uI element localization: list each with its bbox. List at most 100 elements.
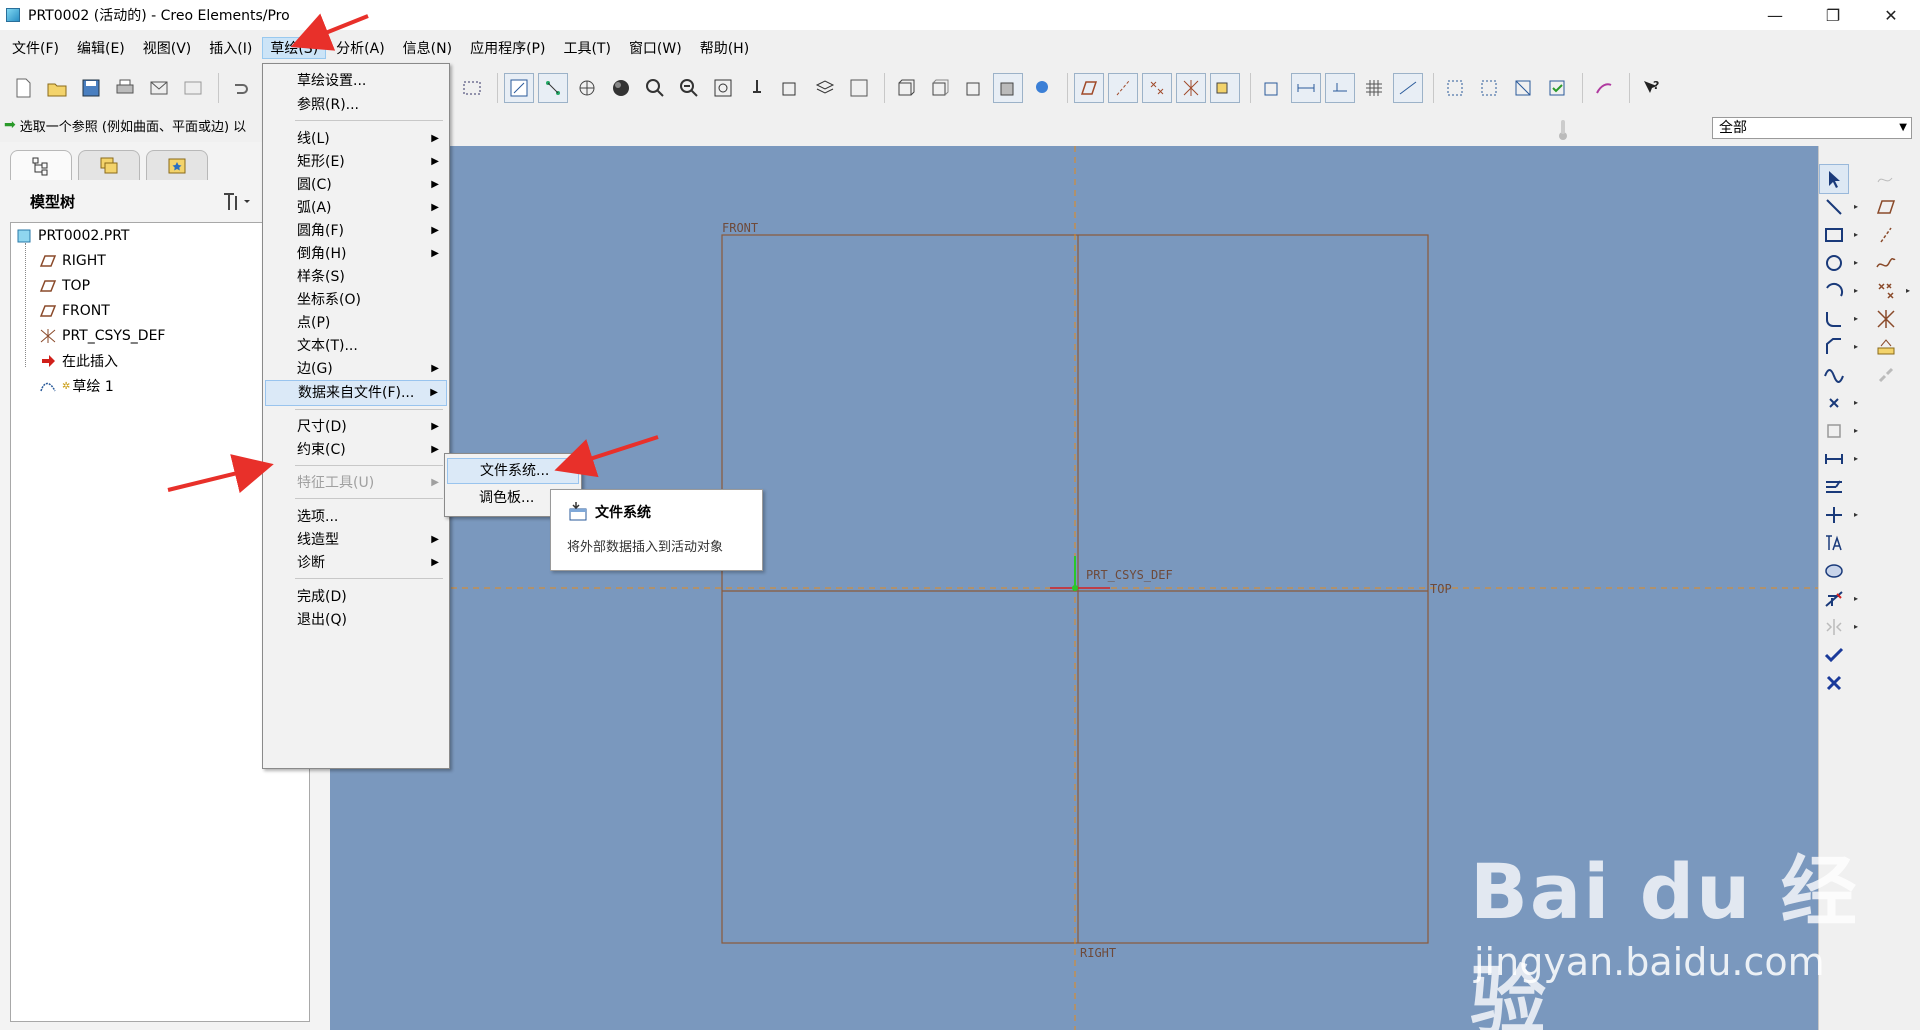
orient-icon[interactable] bbox=[572, 73, 602, 103]
favorites-tab[interactable] bbox=[146, 150, 208, 180]
flyout-arrow-icon[interactable]: ▸ bbox=[1854, 594, 1858, 603]
datum-axes-icon[interactable] bbox=[1108, 73, 1138, 103]
tree-item-insert-here[interactable]: 在此插入 bbox=[39, 350, 118, 372]
link-icon[interactable] bbox=[1871, 360, 1901, 390]
shaded-icon[interactable] bbox=[993, 73, 1023, 103]
flyout-arrow-icon[interactable]: ▸ bbox=[1854, 342, 1858, 351]
highlight-open-icon[interactable] bbox=[1474, 73, 1504, 103]
tree-item-right[interactable]: RIGHT bbox=[39, 250, 106, 272]
tree-settings-icon[interactable] bbox=[220, 190, 250, 212]
shading-icon[interactable] bbox=[606, 73, 636, 103]
datum-planes-icon[interactable] bbox=[1074, 73, 1104, 103]
flyout-arrow-icon[interactable]: ▸ bbox=[1854, 622, 1858, 631]
flyout-arrow-icon[interactable]: ▸ bbox=[1854, 398, 1858, 407]
flyout-arrow-icon[interactable]: ▸ bbox=[1854, 454, 1858, 463]
menu-window[interactable]: 窗口(W) bbox=[621, 37, 690, 59]
tree-item-part[interactable]: PRT0002.PRT bbox=[15, 225, 130, 247]
arc-icon[interactable] bbox=[1819, 276, 1849, 306]
display-vertices-icon[interactable] bbox=[1393, 73, 1423, 103]
circle-icon[interactable] bbox=[1819, 248, 1849, 278]
wireframe-icon[interactable] bbox=[891, 73, 921, 103]
menu-tools[interactable]: 工具(T) bbox=[555, 37, 618, 59]
menu-item-file-system[interactable]: 文件系统... bbox=[447, 458, 579, 484]
chamfer-icon[interactable] bbox=[1819, 332, 1849, 362]
menu-item-quit[interactable]: 退出(Q) bbox=[265, 607, 447, 633]
tree-item-front[interactable]: FRONT bbox=[39, 300, 110, 322]
undo-icon[interactable] bbox=[225, 73, 255, 103]
flyout-arrow-icon[interactable]: ▸ bbox=[1854, 314, 1858, 323]
constraint-icon[interactable] bbox=[1819, 500, 1849, 530]
parallelogram-icon[interactable] bbox=[1871, 192, 1901, 222]
point-icon[interactable] bbox=[1871, 276, 1901, 306]
layers-icon[interactable] bbox=[810, 73, 840, 103]
coordinate-systems-icon[interactable] bbox=[1176, 73, 1206, 103]
text-icon[interactable] bbox=[1819, 528, 1849, 558]
flyout-arrow-icon[interactable]: ▸ bbox=[1906, 286, 1910, 295]
construction-icon[interactable] bbox=[1871, 164, 1901, 194]
flyout-arrow-icon[interactable]: ▸ bbox=[1854, 202, 1858, 211]
tree-item-top[interactable]: TOP bbox=[39, 275, 90, 297]
display-constraints-icon[interactable] bbox=[1325, 73, 1355, 103]
axis-line-icon[interactable] bbox=[1871, 220, 1901, 250]
close-button[interactable]: ✕ bbox=[1862, 0, 1920, 30]
rectangle-icon[interactable] bbox=[1819, 220, 1849, 250]
menu-edit[interactable]: 编辑(E) bbox=[69, 37, 133, 59]
display-dims-icon[interactable] bbox=[1291, 73, 1321, 103]
menu-item-edge[interactable]: 边(G) ▶ bbox=[265, 356, 447, 382]
menu-file[interactable]: 文件(F) bbox=[4, 37, 67, 59]
menu-item-diagnostics[interactable]: 诊断 ▶ bbox=[265, 550, 447, 576]
menu-help[interactable]: 帮助(H) bbox=[692, 37, 757, 59]
flyout-arrow-icon[interactable]: ▸ bbox=[1854, 426, 1858, 435]
saved-views-icon[interactable] bbox=[776, 73, 806, 103]
datum-points-icon[interactable] bbox=[1142, 73, 1172, 103]
display-grid-icon[interactable] bbox=[1359, 73, 1389, 103]
flyout-arrow-icon[interactable]: ▸ bbox=[1854, 258, 1858, 267]
select-arrow-icon[interactable] bbox=[1819, 164, 1849, 194]
context-help-icon[interactable]: ? bbox=[1636, 73, 1666, 103]
line-icon[interactable] bbox=[1819, 192, 1849, 222]
done-check-icon[interactable] bbox=[1819, 640, 1849, 670]
view-manager-icon[interactable] bbox=[844, 73, 874, 103]
palette-icon[interactable] bbox=[1589, 73, 1619, 103]
zoom-in-icon[interactable] bbox=[640, 73, 670, 103]
menu-insert[interactable]: 插入(I) bbox=[201, 37, 260, 59]
minimize-button[interactable]: — bbox=[1746, 0, 1804, 30]
menu-view[interactable]: 视图(V) bbox=[135, 37, 200, 59]
tree-item-sketch[interactable]: ✲ 草绘 1 bbox=[39, 375, 114, 397]
send-mail-icon[interactable] bbox=[144, 73, 174, 103]
print-icon[interactable] bbox=[110, 73, 140, 103]
select-box-icon[interactable] bbox=[457, 73, 487, 103]
fillet-icon[interactable] bbox=[1819, 304, 1849, 334]
flyout-arrow-icon[interactable]: ▸ bbox=[1854, 510, 1858, 519]
reorient-icon[interactable] bbox=[742, 73, 772, 103]
save-icon[interactable] bbox=[76, 73, 106, 103]
selection-filter-select[interactable]: 全部 ▼ bbox=[1712, 117, 1912, 139]
use-edge-icon[interactable] bbox=[1819, 416, 1849, 446]
refit-icon[interactable] bbox=[708, 73, 738, 103]
send-link-icon[interactable] bbox=[178, 73, 208, 103]
menu-analysis[interactable]: 分析(A) bbox=[328, 37, 393, 59]
tree-item-csys[interactable]: PRT_CSYS_DEF bbox=[39, 325, 165, 347]
datum-display-icon[interactable] bbox=[538, 73, 568, 103]
modify-icon[interactable] bbox=[1819, 472, 1849, 502]
curve-icon[interactable] bbox=[1871, 248, 1901, 278]
hidden-line-icon[interactable] bbox=[925, 73, 955, 103]
new-file-icon[interactable] bbox=[8, 73, 38, 103]
flyout-arrow-icon[interactable]: ▸ bbox=[1854, 230, 1858, 239]
spline-icon[interactable] bbox=[1819, 360, 1849, 390]
appearance-icon[interactable] bbox=[1027, 73, 1057, 103]
palette-shape-icon[interactable] bbox=[1819, 556, 1849, 586]
menu-item-sketch-setup[interactable]: 草绘设置... bbox=[265, 68, 447, 94]
menu-item-references[interactable]: 参照(R)... bbox=[265, 92, 447, 118]
dimension-icon[interactable] bbox=[1819, 444, 1849, 474]
menu-item-constrain[interactable]: 约束(C) ▶ bbox=[265, 437, 447, 463]
shade-closed-icon[interactable] bbox=[1440, 73, 1470, 103]
model-tree-tab[interactable] bbox=[10, 150, 72, 180]
menu-sketch[interactable]: 草绘(S) bbox=[262, 37, 327, 59]
trim-icon[interactable] bbox=[1819, 584, 1849, 614]
sketch-view-icon[interactable] bbox=[504, 73, 534, 103]
feature-requirements-icon[interactable] bbox=[1542, 73, 1572, 103]
menu-applications[interactable]: 应用程序(P) bbox=[462, 37, 553, 59]
menu-info[interactable]: 信息(N) bbox=[395, 37, 460, 59]
zoom-out-icon[interactable] bbox=[674, 73, 704, 103]
